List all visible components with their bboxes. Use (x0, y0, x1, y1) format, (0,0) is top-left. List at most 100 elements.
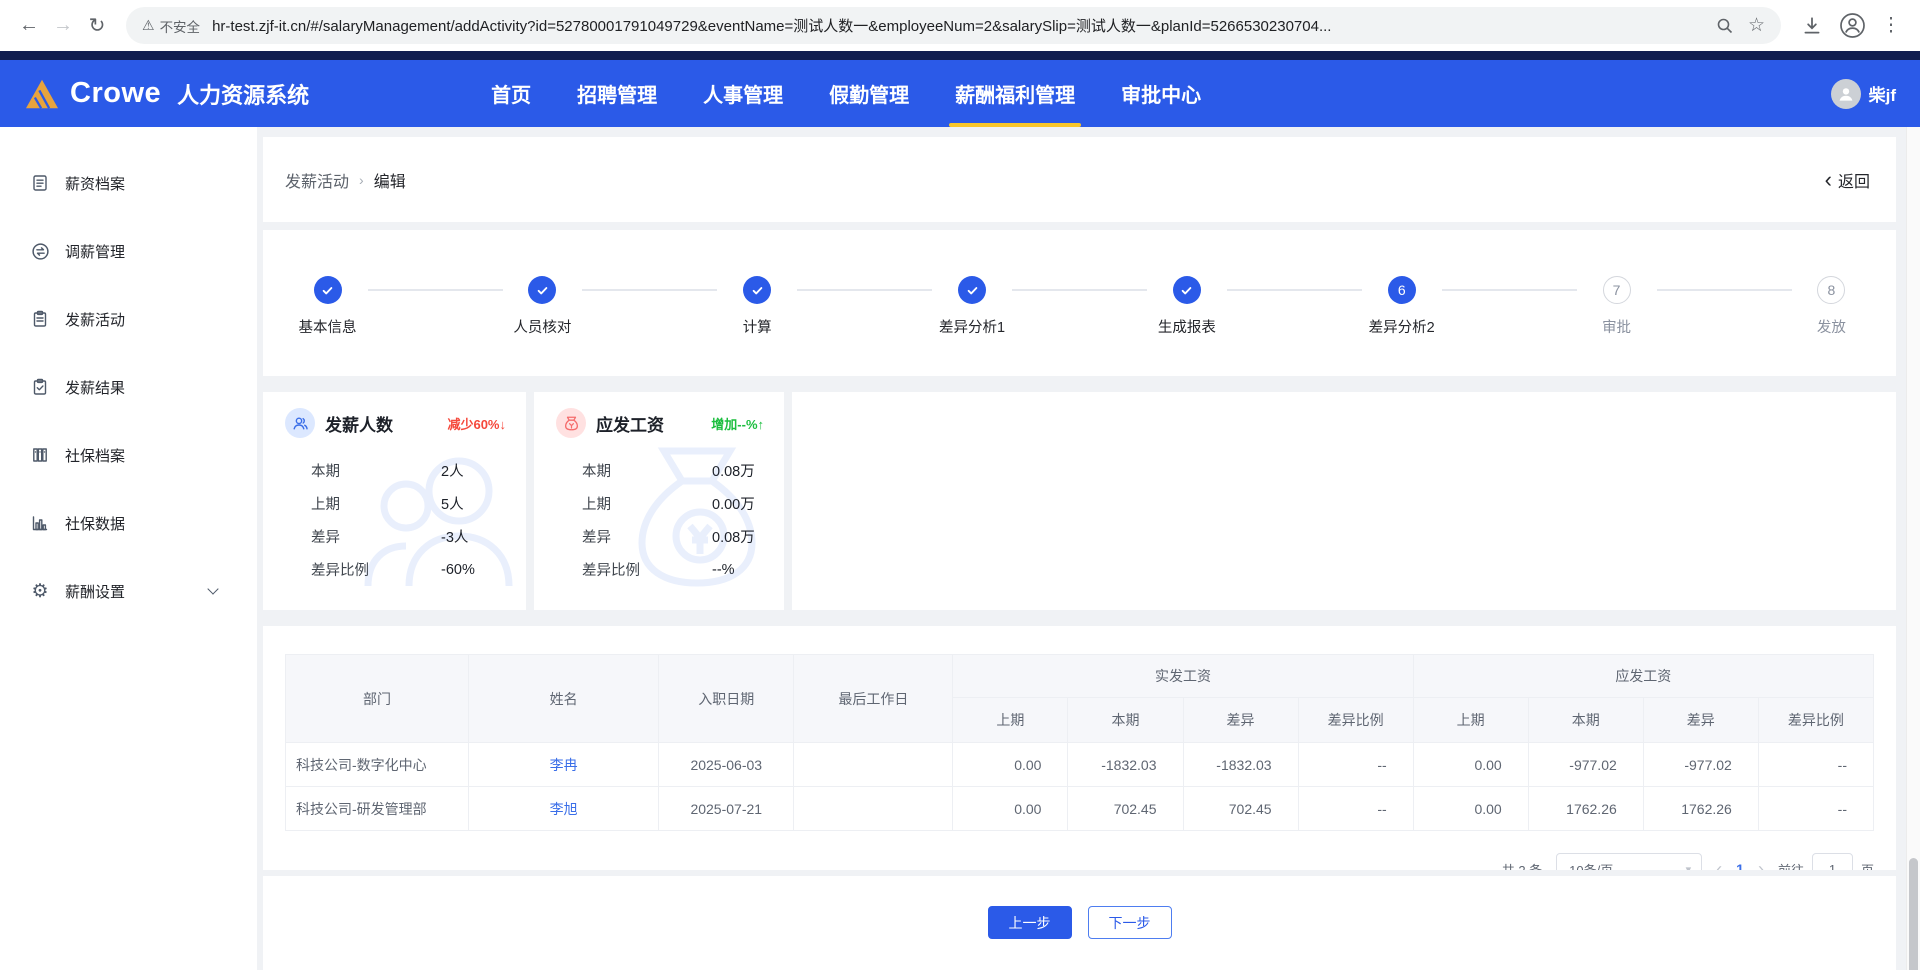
nav-item-5[interactable]: 审批中心 (1121, 60, 1201, 127)
sidebar-item-0[interactable]: 薪资档案 (0, 149, 257, 217)
sidebar-item-5[interactable]: 社保数据 (0, 489, 257, 557)
url-bar[interactable]: ⚠ 不安全 hr-test.zjf-it.cn/#/salaryManageme… (126, 7, 1781, 44)
back-icon[interactable]: ← (12, 14, 46, 37)
value-cell: -- (1297, 786, 1414, 831)
step-4-circle (958, 276, 987, 304)
back-label: 返回 (1837, 173, 1870, 191)
nav-item-2[interactable]: 人事管理 (703, 60, 783, 127)
step-8[interactable]: 8 发放 (1779, 276, 1884, 337)
col-header: 姓名 (468, 654, 660, 743)
card-stat-row: 本期 0.08万 (582, 464, 755, 480)
card-stat-row: 上期 0.00万 (582, 497, 755, 513)
next-step-button[interactable]: 下一步 (1087, 906, 1172, 939)
security-label: 不安全 (159, 19, 201, 35)
summary-card-1: 发薪人数 减少60%↓ 本期 2人 上期 5人 差异 -3人 差异比例 -60% (263, 392, 526, 610)
step-7-circle: 7 (1602, 276, 1631, 304)
employee-name-link[interactable]: 李旭 (468, 786, 660, 831)
user-name: 柴jf (1868, 86, 1896, 105)
url-text: hr-test.zjf-it.cn/#/salaryManagement/add… (212, 18, 1332, 35)
last-workday-cell (793, 786, 954, 831)
scrollbar[interactable] (1906, 127, 1920, 970)
app-title: 人力资源系统 (177, 82, 310, 108)
back-link[interactable]: ‹ 返回 (1825, 168, 1870, 192)
goto-page-input[interactable]: 1 (1811, 853, 1853, 870)
step-5[interactable]: 生成报表 (1134, 276, 1362, 337)
zoom-indicator-icon[interactable] (1716, 17, 1734, 35)
value-cell: -- (1297, 742, 1414, 787)
group-header: 应发工资 (1412, 654, 1875, 698)
nav-item-4[interactable]: 薪酬福利管理 (949, 60, 1082, 127)
next-page-button[interactable]: › (1758, 853, 1764, 870)
card-stat-row: 上期 5人 (311, 497, 464, 513)
user-menu[interactable]: 柴jf (1830, 78, 1896, 109)
sidebar-item-3[interactable]: 发薪结果 (0, 353, 257, 421)
sidebar-item-6[interactable]: ⚙ 薪酬设置 (0, 557, 257, 625)
value-cell: 0.00 (952, 786, 1069, 831)
step-2[interactable]: 人员核对 (490, 276, 718, 337)
step-2-circle (528, 276, 557, 304)
sidebar-item-2[interactable]: 发薪活动 (0, 285, 257, 353)
hire-date-cell: 2025-07-21 (658, 786, 795, 831)
cards-filler-panel (792, 392, 1896, 610)
sub-header: 差异比例 (1757, 697, 1875, 743)
step-7[interactable]: 7 审批 (1564, 276, 1792, 337)
value-cell: -- (1757, 742, 1875, 787)
value-cell: -977.02 (1642, 742, 1759, 787)
prev-page-button[interactable]: ‹ (1716, 853, 1722, 870)
security-chip[interactable]: ⚠ 不安全 (142, 16, 200, 36)
stepper-panel: 基本信息 人员核对 计算 差异分析1 生成报表 6 差异分析2 7 审批 8 发… (263, 230, 1896, 376)
sub-header: 本期 (1067, 697, 1184, 743)
card-stat-row: 差异 -3人 (311, 530, 469, 546)
browser-profile-icon[interactable] (1839, 12, 1866, 39)
current-page[interactable]: 1 (1736, 853, 1744, 870)
value-cell: -1832.03 (1067, 742, 1184, 787)
value-cell: 0.00 (1412, 786, 1529, 831)
diff-table: 部门 姓名 入职日期 最后工作日 实发工资 应发工资 上期 本期 差异 差异比例 上期 本期 差异差… (284, 654, 1875, 831)
forward-icon[interactable]: → (46, 14, 80, 37)
scrollbar-thumb[interactable] (1909, 858, 1918, 970)
page-size-select[interactable]: 10条/页 ▾ (1556, 853, 1703, 871)
moneybag-icon (556, 408, 586, 438)
breadcrumb-parent[interactable]: 发薪活动 (285, 168, 349, 192)
step-6[interactable]: 6 差异分析2 (1349, 276, 1577, 337)
download-icon[interactable] (1801, 15, 1823, 37)
step-3[interactable]: 计算 (705, 276, 933, 337)
crowe-logo-icon (26, 79, 58, 109)
step-1[interactable]: 基本信息 (275, 276, 503, 337)
caret-down-icon: ▾ (1685, 863, 1692, 871)
sub-header: 本期 (1527, 697, 1644, 743)
browser-menu-icon[interactable]: ⋮ (1874, 14, 1908, 37)
employee-name-link[interactable]: 李冉 (468, 742, 660, 787)
value-cell: -1832.03 (1182, 742, 1299, 787)
step-3-circle (743, 276, 772, 304)
people-icon (285, 408, 315, 438)
breadcrumb: 发薪活动 › 编辑 (285, 168, 406, 192)
value-cell: 0.00 (952, 742, 1069, 787)
archive-icon (30, 446, 50, 464)
dept-cell: 科技公司-研发管理部 (284, 786, 470, 831)
value-cell: 1762.26 (1527, 786, 1644, 831)
sidebar-item-1[interactable]: 调薪管理 (0, 217, 257, 285)
last-workday-cell (793, 742, 954, 787)
sidebar-item-4[interactable]: 社保档案 (0, 421, 257, 489)
nav-item-3[interactable]: 假勤管理 (829, 60, 909, 127)
card-stat-row: 差异比例 --% (582, 561, 735, 580)
reload-icon[interactable]: ↻ (80, 13, 114, 38)
card-stat-row: 差异比例 -60% (311, 561, 475, 580)
nav-item-0[interactable]: 首页 (491, 60, 531, 127)
step-4[interactable]: 差异分析1 (920, 276, 1148, 337)
summary-cards-row: 发薪人数 减少60%↓ 本期 2人 上期 5人 差异 -3人 差异比例 -60% (263, 392, 1896, 610)
nav-item-1[interactable]: 招聘管理 (577, 60, 657, 127)
user-avatar-icon (1830, 78, 1861, 109)
pagination-total: 共 2 条 (1501, 862, 1543, 871)
bookmark-star-icon[interactable]: ☆ (1748, 14, 1765, 37)
clipboard-icon (30, 310, 50, 328)
trend-badge: 增加--%↑ (711, 416, 764, 432)
value-cell: -- (1757, 786, 1875, 831)
value-cell: 1762.26 (1642, 786, 1759, 831)
prev-step-button[interactable]: 上一步 (987, 906, 1072, 939)
sub-header: 上期 (952, 697, 1069, 743)
gear-icon: ⚙ (31, 580, 49, 602)
page-top-strip (0, 51, 1920, 60)
group-header: 实发工资 (952, 654, 1414, 698)
